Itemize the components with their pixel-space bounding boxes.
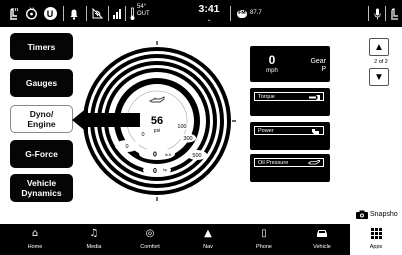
sidebar-item-label: Gauges: [25, 78, 58, 88]
gear-label: Gear: [310, 58, 326, 65]
bottom-nav-bar: ⌂ Home ♫ Media ◎ Comfort ▲ Nav ▯ Phone V…: [0, 224, 402, 255]
page-up-button[interactable]: ▲: [369, 38, 389, 56]
nav-label: Home: [27, 244, 43, 250]
oil-pressure-panel: Oil Pressure: [250, 154, 330, 182]
status-divider: [385, 6, 386, 21]
snapshot-button[interactable]: Snapsho: [356, 209, 402, 221]
clock: 3:41: [198, 3, 220, 15]
sidebar-item-dyno-engine[interactable]: Dyno/ Engine: [10, 105, 73, 133]
torque-label: Torque: [258, 94, 275, 100]
radio-band-badge[interactable]: FM: [236, 0, 248, 27]
chevron-down-icon[interactable]: ⌄: [204, 17, 214, 23]
bell-icon[interactable]: [66, 0, 82, 27]
oil-pressure-value: 56: [151, 115, 163, 127]
speed-gear-panel: 0 mph Gear P: [250, 46, 330, 82]
music-icon: ♫: [89, 228, 99, 239]
arrow-down-icon: ▼: [374, 71, 384, 83]
radio-band-label: FM: [237, 9, 247, 18]
sidebar-item-timers[interactable]: Timers: [10, 33, 73, 60]
status-divider: [63, 6, 64, 21]
mic-icon[interactable]: [371, 0, 383, 27]
status-divider: [125, 6, 126, 21]
inner-ring-min-label: 0: [141, 132, 144, 138]
nav-phone[interactable]: ▯ Phone: [234, 224, 294, 255]
uconnect-icon[interactable]: U: [42, 0, 58, 27]
nav-label: Apps: [369, 244, 383, 250]
sidebar-item-label: Dyno/ Engine: [27, 109, 56, 129]
nav-media[interactable]: ♫ Media: [64, 224, 124, 255]
nav-comfort[interactable]: ◎ Comfort: [120, 224, 180, 255]
climate-icon: ◎: [145, 228, 155, 239]
speed-value: 0: [268, 53, 276, 67]
power-readout-value: 0: [153, 168, 157, 175]
nav-home[interactable]: ⌂ Home: [5, 224, 65, 255]
nav-label: Vehicle: [313, 244, 331, 250]
power-label: Power: [258, 128, 274, 134]
status-divider: [86, 6, 87, 21]
outside-temp-value: 54°: [137, 4, 147, 10]
ring3-max-label: 500: [192, 153, 201, 159]
torque-readout-value: 0: [153, 152, 157, 159]
active-item-pointer-arrow: [72, 107, 140, 133]
signal-icon[interactable]: [111, 0, 123, 27]
nav-apps[interactable]: Apps: [350, 224, 402, 255]
torque-header: Torque: [254, 92, 324, 101]
nav-label: Nav: [203, 244, 213, 250]
inner-ring-max-label: 100: [177, 124, 186, 130]
nav-label: Media: [86, 244, 102, 250]
seat-icon[interactable]: [388, 0, 401, 27]
sidebar-item-label: Vehicle Dynamics: [21, 178, 62, 198]
home-icon: ⌂: [31, 228, 39, 239]
oil-can-icon: [308, 160, 320, 165]
torque-readout-unit: lb-ft: [165, 153, 171, 157]
car-icon: [292, 228, 352, 242]
power-header: Power: [254, 126, 324, 135]
ring2-max-label: 300: [183, 136, 192, 142]
seat-heat-icon[interactable]: [5, 0, 22, 27]
gear-value: P: [321, 66, 326, 73]
snapshot-label: Snapsho: [370, 211, 398, 218]
sidebar-item-gauges[interactable]: Gauges: [10, 69, 73, 97]
steering-heat-icon[interactable]: [23, 0, 40, 27]
nav-label: Comfort: [140, 244, 160, 250]
phone-icon: ▯: [261, 228, 267, 239]
power-readout-unit: hp: [163, 168, 167, 172]
status-bar: U 54° OUT 3:41 ⌄ FM 87.7: [0, 0, 402, 27]
nav-vehicle[interactable]: Vehicle: [292, 224, 352, 255]
camera-icon: [356, 210, 368, 219]
outside-temperature: 54° OUT: [137, 4, 157, 18]
oil-pressure-label: Oil Pressure: [258, 160, 289, 166]
wifi-icon[interactable]: [89, 0, 105, 27]
apps-icon: [350, 228, 402, 243]
engine-icon: [312, 128, 319, 134]
power-panel: Power: [250, 122, 330, 150]
sidebar-item-vehicle-dynamics[interactable]: Vehicle Dynamics: [10, 174, 73, 202]
wrench-icon: [309, 94, 320, 100]
status-divider: [368, 6, 369, 21]
lbft-min-label: 0: [125, 144, 128, 150]
nav-navigation[interactable]: ▲ Nav: [178, 224, 238, 255]
outside-temp-unit: OUT: [137, 11, 150, 17]
sidebar-item-g-force[interactable]: G-Force: [10, 140, 73, 168]
status-divider: [230, 6, 231, 21]
oil-pressure-unit: psi: [154, 128, 160, 134]
speed-unit: mph: [266, 68, 278, 74]
sidebar-item-label: G-Force: [25, 149, 58, 159]
nav-label: Phone: [256, 244, 272, 250]
page-indicator: 2 of 2: [374, 59, 388, 65]
page-down-button[interactable]: ▼: [369, 68, 389, 86]
torque-panel: Torque: [250, 88, 330, 116]
radio-frequency[interactable]: 87.7: [250, 8, 262, 18]
sidebar-item-label: Timers: [27, 41, 56, 52]
thermometer-icon: [128, 0, 136, 27]
oil-pressure-header: Oil Pressure: [254, 158, 324, 167]
status-divider: [108, 6, 109, 21]
arrow-up-icon: ▲: [374, 41, 384, 53]
navigation-icon: ▲: [204, 228, 212, 239]
